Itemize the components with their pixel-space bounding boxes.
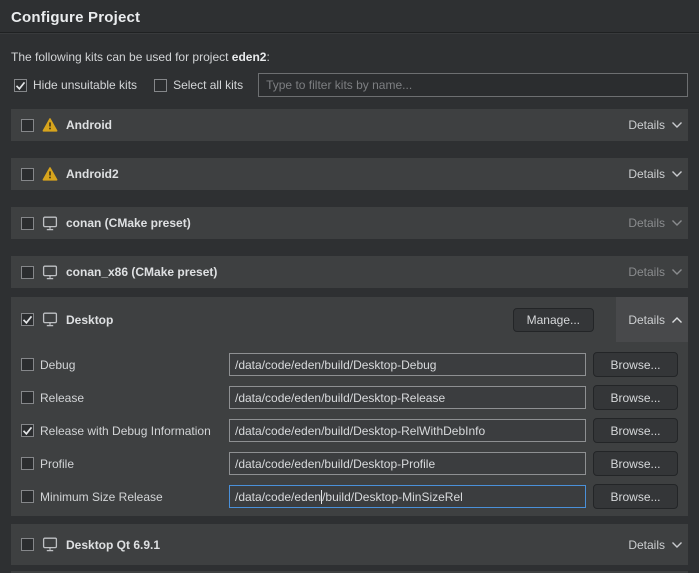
details-label: Details (628, 118, 665, 132)
kit-name: Android (66, 118, 112, 132)
kit-checkbox[interactable] (21, 168, 34, 181)
build-config-label: Profile (40, 457, 229, 471)
warning-icon (42, 167, 58, 181)
kit-name: conan_x86 (CMake preset) (66, 265, 217, 279)
build-config-checkbox[interactable] (21, 457, 34, 470)
monitor-icon (42, 265, 58, 280)
details-button[interactable]: Details (616, 109, 688, 141)
details-button: Details (616, 256, 688, 288)
monitor-icon (42, 312, 58, 327)
monitor-icon (42, 216, 58, 231)
build-config-label: Minimum Size Release (40, 490, 229, 504)
details-label: Details (628, 216, 665, 230)
browse-button[interactable]: Browse... (593, 451, 678, 476)
details-label: Details (628, 265, 665, 279)
warning-icon (42, 118, 58, 132)
browse-button[interactable]: Browse... (593, 418, 678, 443)
browse-button[interactable]: Browse... (593, 484, 678, 509)
chevron-up-icon (671, 316, 683, 324)
kit-name: Android2 (66, 167, 119, 181)
kit-row-desktop: Desktop Manage... Details Debug Browse..… (11, 297, 688, 516)
kit-row-conan-x86[interactable]: conan_x86 (CMake preset) Details (11, 256, 688, 288)
checkmark-icon (15, 80, 26, 91)
build-config-checkbox[interactable] (21, 490, 34, 503)
build-dir-input[interactable] (229, 452, 586, 475)
kit-filter-input[interactable] (258, 73, 688, 97)
build-dir-input[interactable]: /data/code/eden/build/Desktop-MinSizeRel (229, 485, 586, 508)
kit-name: Desktop (66, 313, 113, 327)
select-all-checkbox[interactable] (154, 79, 167, 92)
build-config-label: Debug (40, 358, 229, 372)
checkmark-icon (22, 425, 33, 436)
build-config-row: Release with Debug Information Browse... (21, 418, 678, 443)
build-dir-input[interactable] (229, 386, 586, 409)
build-dir-input[interactable] (229, 353, 586, 376)
build-config-row: Debug Browse... (21, 352, 678, 377)
browse-button[interactable]: Browse... (593, 352, 678, 377)
kit-name: conan (CMake preset) (66, 216, 191, 230)
kit-row-android2[interactable]: Android2 Details (11, 158, 688, 190)
details-label: Details (628, 538, 665, 552)
details-button[interactable]: Details (616, 158, 688, 190)
intro-text: The following kits can be used for proje… (11, 50, 688, 64)
details-button[interactable]: Details (616, 524, 688, 565)
build-config-label: Release (40, 391, 229, 405)
build-config-checkbox[interactable] (21, 358, 34, 371)
chevron-down-icon (671, 121, 683, 129)
path-text-after-caret: /build/Desktop-MinSizeRel (322, 490, 463, 504)
build-dir-input[interactable] (229, 419, 586, 442)
details-button[interactable]: Details (616, 297, 688, 342)
chevron-down-icon (671, 219, 683, 227)
manage-kits-button[interactable]: Manage... (513, 308, 594, 332)
details-button: Details (616, 207, 688, 239)
build-config-row: Minimum Size Release /data/code/eden/bui… (21, 484, 678, 509)
filter-bar: Hide unsuitable kits Select all kits (14, 73, 688, 97)
kit-row-android[interactable]: Android Details (11, 109, 688, 141)
kit-row-desktop-qt[interactable]: Desktop Qt 6.9.1 Details (11, 524, 688, 565)
intro-prefix: The following kits can be used for proje… (11, 50, 232, 64)
kit-name: Desktop Qt 6.9.1 (66, 538, 160, 552)
details-label: Details (628, 167, 665, 181)
path-text-before-caret: /data/code/eden (235, 490, 321, 504)
details-label: Details (628, 313, 665, 327)
kit-checkbox[interactable] (21, 538, 34, 551)
hide-unsuitable-checkbox[interactable] (14, 79, 27, 92)
chevron-down-icon (671, 170, 683, 178)
hide-unsuitable-label[interactable]: Hide unsuitable kits (33, 78, 137, 92)
project-name: eden2 (232, 50, 267, 64)
build-config-checkbox[interactable] (21, 424, 34, 437)
monitor-icon (42, 537, 58, 552)
chevron-down-icon (671, 268, 683, 276)
browse-button[interactable]: Browse... (593, 385, 678, 410)
build-config-row: Profile Browse... (21, 451, 678, 476)
build-config-label: Release with Debug Information (40, 424, 229, 438)
build-config-checkbox[interactable] (21, 391, 34, 404)
page-title: Configure Project (0, 0, 699, 32)
chevron-down-icon (671, 541, 683, 549)
checkmark-icon (22, 314, 33, 325)
build-config-row: Release Browse... (21, 385, 678, 410)
kit-checkbox[interactable] (21, 266, 34, 279)
kit-checkbox[interactable] (21, 119, 34, 132)
title-divider (0, 32, 699, 34)
desktop-kit-header[interactable]: Desktop Manage... Details (11, 297, 688, 342)
kit-row-conan[interactable]: conan (CMake preset) Details (11, 207, 688, 239)
select-all-label[interactable]: Select all kits (173, 78, 243, 92)
kit-checkbox[interactable] (21, 217, 34, 230)
intro-suffix: : (266, 50, 269, 64)
kit-checkbox[interactable] (21, 313, 34, 326)
